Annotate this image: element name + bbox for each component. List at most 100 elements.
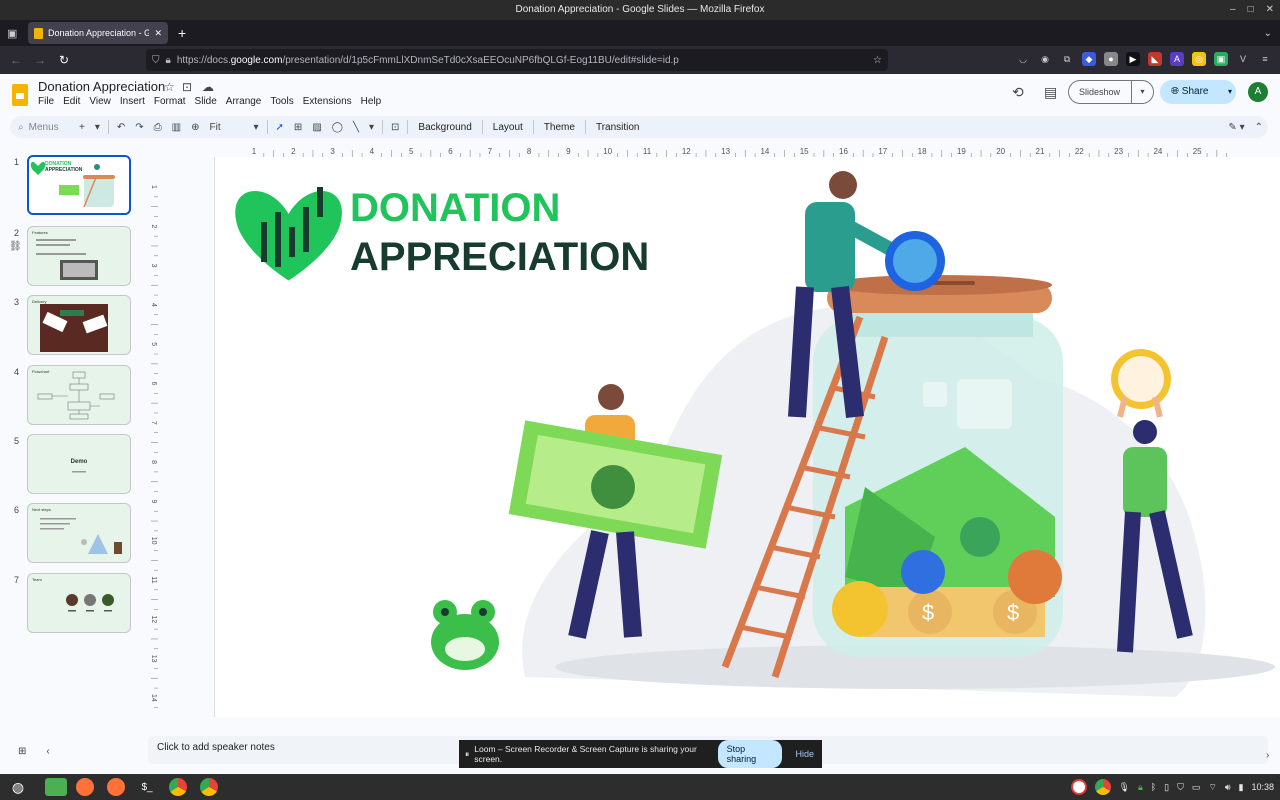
new-tab-icon[interactable]: + xyxy=(178,25,186,41)
account-icon[interactable]: ◉ xyxy=(1038,52,1052,66)
lock-icon[interactable]: 🔒︎ xyxy=(166,55,171,66)
slide-thumbnail[interactable]: 6 Next steps xyxy=(0,503,140,565)
chrome-tray-icon[interactable] xyxy=(1094,779,1111,795)
chrome-window-icon[interactable] xyxy=(196,776,222,798)
pocket-icon[interactable]: ◡ xyxy=(1016,52,1030,66)
zoom-dropdown-icon[interactable]: ▾ xyxy=(249,122,264,133)
horizontal-ruler[interactable]: 1 2 3 4 5 6 7 8 9 10 11 12 13 14 15 16 17 18 19 20 21 22 23 24 2… xyxy=(214,145,1280,157)
theme-button[interactable]: Theme xyxy=(537,122,582,133)
tab-close-icon[interactable]: ✕ xyxy=(154,28,162,39)
extension-a-icon[interactable]: A xyxy=(1170,52,1184,66)
side-panel-toggle-icon[interactable]: › xyxy=(1266,750,1269,761)
extension-play-icon[interactable]: ▶ xyxy=(1126,52,1140,66)
undo-icon[interactable]: ↶ xyxy=(112,122,130,133)
slide-thumbnail[interactable]: 3 Delivery xyxy=(0,295,140,357)
firefox-icon[interactable] xyxy=(72,776,98,798)
slide-canvas[interactable]: DONATION APPRECIATION $ $ xyxy=(214,157,1280,717)
clock[interactable]: 10:38 xyxy=(1251,782,1274,792)
shape-icon[interactable]: ◯ xyxy=(327,122,348,133)
minimize-icon[interactable]: – xyxy=(1230,0,1236,20)
slide-thumbnail-image[interactable]: Next steps xyxy=(27,503,131,563)
bookmark-star-icon[interactable]: ☆ xyxy=(873,55,882,66)
extension-fox-icon[interactable]: ◣ xyxy=(1148,52,1162,66)
text-box-icon[interactable]: ⊞ xyxy=(289,122,307,133)
extension-v-icon[interactable]: V xyxy=(1236,52,1250,66)
url-bar[interactable]: ⛉ 🔒︎ https://docs.google.com/presentatio… xyxy=(146,49,888,71)
drive-icon[interactable]: ▭ xyxy=(1192,782,1201,793)
slide-thumbnail-image[interactable]: DONATION APPRECIATION xyxy=(27,155,131,215)
share-button[interactable]: 🌐︎ Share ▾ xyxy=(1160,80,1236,104)
shield-tray-icon[interactable]: ⛉ xyxy=(1177,782,1184,793)
menu-start-icon[interactable]: ◍ xyxy=(5,776,31,798)
vertical-ruler[interactable]: 1234567891011121314 xyxy=(146,157,158,717)
grid-view-icon[interactable]: ⊞ xyxy=(18,746,26,757)
paint-format-icon[interactable]: ▥ xyxy=(167,122,186,133)
slide-thumbnail-image[interactable]: Features xyxy=(27,226,131,286)
add-comment-icon[interactable]: ⊡ xyxy=(386,122,404,133)
avatar[interactable]: A xyxy=(1248,82,1268,102)
chrome-icon[interactable] xyxy=(165,776,191,798)
files-icon[interactable] xyxy=(45,778,67,796)
firefox-window-icon[interactable] xyxy=(103,776,129,798)
network-icon[interactable]: ⌔ xyxy=(1208,782,1216,793)
reload-icon[interactable]: ↻ xyxy=(52,53,76,67)
slide-title-line1[interactable]: DONATION xyxy=(350,186,560,230)
microphone-icon[interactable]: 🎙︎ xyxy=(1119,782,1130,793)
zoom-icon[interactable]: ⊕ xyxy=(186,122,204,133)
slide-title-line2[interactable]: APPRECIATION xyxy=(350,235,649,279)
extension-coin-icon[interactable]: ◎ xyxy=(1192,52,1206,66)
shield-icon[interactable]: ⛉ xyxy=(152,55,160,66)
menu-icon[interactable]: ≡ xyxy=(1258,52,1272,66)
extension-shield-icon[interactable]: ◆ xyxy=(1082,52,1096,66)
bluetooth-icon[interactable]: ᛒ xyxy=(1151,782,1156,792)
clipboard-icon[interactable]: ▯ xyxy=(1164,782,1169,793)
insert-image-icon[interactable]: ▨ xyxy=(307,122,326,133)
stop-sharing-button[interactable]: Stop sharing xyxy=(717,740,783,768)
share-dropdown-icon[interactable]: ▾ xyxy=(1228,80,1232,104)
comments-icon[interactable]: ▤ xyxy=(1044,84,1057,101)
layout-button[interactable]: Layout xyxy=(486,122,530,133)
slide-thumbnail-image[interactable]: Demo xyxy=(27,434,131,494)
slideshow-dropdown-icon[interactable]: ▾ xyxy=(1131,81,1153,103)
extension-badge-icon[interactable]: ● xyxy=(1104,52,1118,66)
new-slide-dropdown-icon[interactable]: ▾ xyxy=(90,122,105,133)
search-menus[interactable]: ⌕ Menus xyxy=(10,122,74,133)
slide-thumbnail-image[interactable]: Team xyxy=(27,573,131,633)
slide-thumbnail-image[interactable]: Flowchart xyxy=(27,365,131,425)
redo-icon[interactable]: ↷ xyxy=(130,122,148,133)
extensions-icon[interactable]: ⧉ xyxy=(1060,52,1074,66)
volume-icon[interactable]: 🔊︎ xyxy=(1225,782,1231,793)
select-cursor-icon[interactable]: ➚ xyxy=(271,122,289,133)
slide-thumbnail-image[interactable]: Delivery xyxy=(27,295,131,355)
print-icon[interactable]: ⎙ xyxy=(149,122,167,133)
slide-thumbnail[interactable]: 1 DONATION APPRECIATION xyxy=(0,155,140,217)
close-icon[interactable]: ✕ xyxy=(1266,0,1274,20)
new-slide-icon[interactable]: + xyxy=(74,122,90,133)
hide-button[interactable]: Hide xyxy=(787,749,822,759)
extension-green-icon[interactable]: ▣ xyxy=(1214,52,1228,66)
maximize-icon[interactable]: □ xyxy=(1248,0,1254,20)
terminal-icon[interactable]: $_ xyxy=(134,776,160,798)
line-icon[interactable]: ╲ xyxy=(348,122,364,133)
zoom-select[interactable]: Fit xyxy=(205,122,249,133)
slide-thumbnail[interactable]: 4 Flowchart xyxy=(0,365,140,427)
browser-tab[interactable]: Donation Appreciation - Go ✕ xyxy=(28,22,168,44)
battery-icon[interactable]: ▮ xyxy=(1239,782,1244,793)
transition-button[interactable]: Transition xyxy=(589,122,647,133)
slide-thumbnail[interactable]: 5 Demo xyxy=(0,434,140,496)
collapse-filmstrip-icon[interactable]: ‹ xyxy=(46,746,49,757)
line-dropdown-icon[interactable]: ▾ xyxy=(364,122,379,133)
slideshow-button[interactable]: Slideshow ▾ xyxy=(1068,80,1154,104)
background-button[interactable]: Background xyxy=(411,122,478,133)
clock-app-icon[interactable] xyxy=(1070,779,1087,795)
back-icon[interactable]: ← xyxy=(4,53,28,67)
tab-overview-icon[interactable]: ▣ xyxy=(7,27,17,40)
pen-tool-icon[interactable]: ✎ ▾ xyxy=(1223,122,1249,133)
version-history-icon[interactable]: ⟲ xyxy=(1012,84,1024,101)
forward-icon[interactable]: → xyxy=(28,53,52,67)
collapse-toolbar-icon[interactable]: ⌃ xyxy=(1250,122,1268,133)
slide-thumbnail[interactable]: 2 Features xyxy=(0,226,140,288)
slide-thumbnail[interactable]: 7 Team xyxy=(0,573,140,635)
lock-tray-icon[interactable]: 🔒︎ xyxy=(1138,782,1143,793)
list-tabs-icon[interactable]: ⌄ xyxy=(1264,28,1272,39)
